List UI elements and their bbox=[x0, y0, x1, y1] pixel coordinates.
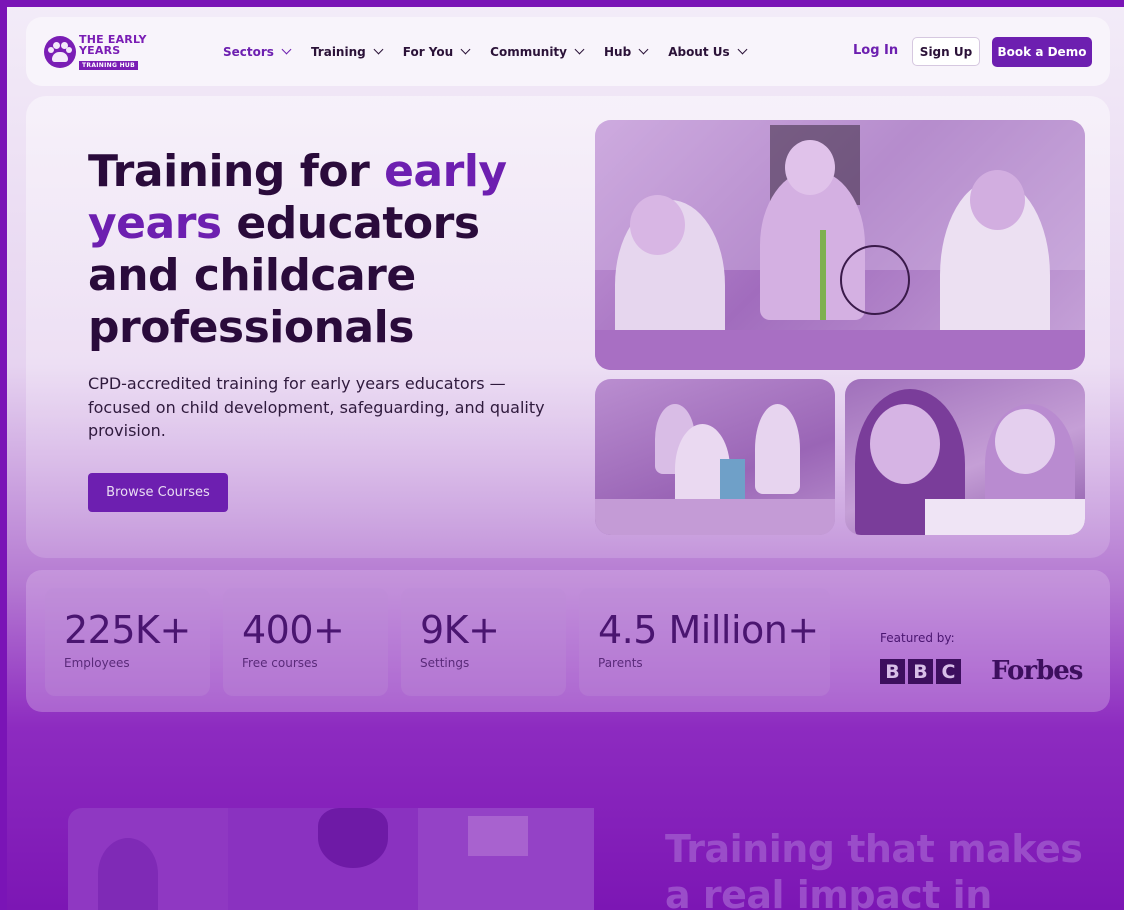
bbc-logo: B B C bbox=[880, 659, 964, 684]
stat-label: Employees bbox=[64, 656, 130, 670]
nav-item-community[interactable]: Community bbox=[490, 44, 585, 59]
nav-item-label: Hub bbox=[604, 44, 632, 59]
logo-line-2: YEARS bbox=[79, 44, 121, 57]
nav-item-sectors[interactable]: Sectors bbox=[223, 44, 292, 59]
bbc-letter: B bbox=[880, 659, 905, 684]
signup-button[interactable]: Sign Up bbox=[912, 37, 980, 66]
hero-title: Training for early years educators and c… bbox=[88, 146, 558, 354]
hero-subtitle: CPD-accredited training for early years … bbox=[88, 374, 545, 440]
window-frame-left bbox=[0, 0, 7, 910]
logo-people-icon bbox=[44, 36, 76, 68]
stat-label: Free courses bbox=[242, 656, 318, 670]
login-link[interactable]: Log In bbox=[853, 43, 898, 58]
chevron-down-icon bbox=[373, 44, 384, 55]
logo-line-3: TRAINING HUB bbox=[79, 61, 138, 70]
nav-item-label: About Us bbox=[668, 44, 730, 59]
nav-item-training[interactable]: Training bbox=[310, 44, 384, 59]
browse-courses-button[interactable]: Browse Courses bbox=[88, 473, 228, 512]
chevron-down-icon bbox=[574, 44, 585, 55]
chevron-down-icon bbox=[638, 44, 649, 55]
chevron-down-icon bbox=[281, 44, 292, 55]
stat-card-employees: 225K+ Employees bbox=[45, 588, 210, 696]
chevron-down-icon bbox=[460, 44, 471, 55]
forbes-logo: Forbes bbox=[991, 656, 1083, 686]
stat-label: Settings bbox=[420, 656, 470, 670]
window-frame-top bbox=[0, 0, 1124, 7]
featured-by-label: Featured by: bbox=[880, 631, 955, 645]
nav-item-label: Community bbox=[490, 44, 567, 59]
navbar: THE EARLY YEARS TRAINING HUB Sectors Tra… bbox=[26, 17, 1110, 86]
nav-item-hub[interactable]: Hub bbox=[604, 44, 649, 59]
hero-title-part1: Training for bbox=[88, 146, 385, 197]
stat-card-free-courses: 400+ Free courses bbox=[223, 588, 388, 696]
nav-item-for-you[interactable]: For You bbox=[402, 44, 471, 59]
nav-item-label: Training bbox=[310, 44, 366, 59]
photo-kids-playing bbox=[595, 379, 835, 535]
impact-photo-strip bbox=[68, 808, 594, 910]
hero-photo-classroom bbox=[595, 120, 1085, 370]
nav-item-label: Sectors bbox=[223, 44, 274, 59]
logo-wordmark: THE EARLY YEARS TRAINING HUB bbox=[79, 34, 147, 70]
bbc-letter: B bbox=[908, 659, 933, 684]
logo[interactable]: THE EARLY YEARS TRAINING HUB bbox=[44, 34, 147, 70]
bbc-letter: C bbox=[936, 659, 961, 684]
stat-value: 4.5 Million+ bbox=[598, 608, 819, 652]
chevron-down-icon bbox=[737, 44, 748, 55]
stat-label: Parents bbox=[598, 656, 643, 670]
nav-item-about-us[interactable]: About Us bbox=[668, 44, 748, 59]
main-nav: Sectors Training For You Community Hub A… bbox=[223, 17, 767, 86]
photo-teacher-drawing bbox=[845, 379, 1085, 535]
nav-item-label: For You bbox=[402, 44, 454, 59]
impact-section-title: Training that makes a real impact in bbox=[665, 827, 1083, 910]
stat-card-parents: 4.5 Million+ Parents bbox=[579, 588, 830, 696]
stat-value: 9K+ bbox=[420, 608, 500, 652]
book-demo-button[interactable]: Book a Demo bbox=[992, 37, 1092, 67]
stat-value: 225K+ bbox=[64, 608, 191, 652]
stat-value: 400+ bbox=[242, 608, 345, 652]
stat-card-settings: 9K+ Settings bbox=[401, 588, 566, 696]
